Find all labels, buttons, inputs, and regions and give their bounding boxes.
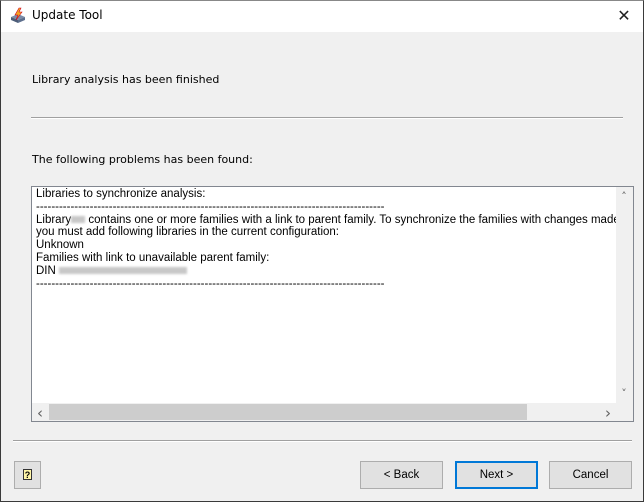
scroll-right-icon[interactable]: › — [600, 404, 616, 421]
report-content: Libraries to synchronize analysis: -----… — [36, 188, 618, 401]
redacted-library-name — [71, 216, 86, 224]
report-line: Libraries to synchronize analysis: — [36, 188, 206, 200]
horizontal-scrollbar[interactable]: ‹ › — [32, 403, 617, 421]
divider — [13, 440, 632, 442]
report-line: Families with link to unavailable parent… — [36, 251, 270, 264]
back-button[interactable]: < Back — [360, 461, 443, 489]
problems-label: The following problems has been found: — [32, 153, 253, 166]
scroll-left-icon[interactable]: ‹ — [32, 404, 48, 421]
report-textbox[interactable]: Libraries to synchronize analysis: -----… — [31, 186, 634, 422]
scroll-up-icon[interactable]: ˄ — [616, 190, 632, 203]
update-tool-app-icon — [11, 7, 25, 23]
report-divider: ----------------------------------------… — [36, 277, 385, 290]
report-line: you must add following libraries in the … — [36, 226, 339, 239]
report-divider: ----------------------------------------… — [36, 200, 385, 213]
window-title: Update Tool — [32, 8, 103, 22]
report-line: Unknown — [36, 239, 84, 252]
report-line: Library — [36, 213, 72, 226]
cancel-button[interactable]: Cancel — [549, 461, 632, 489]
update-tool-dialog: Update Tool ✕ Library analysis has been … — [0, 0, 644, 502]
redacted-family-name — [59, 267, 187, 275]
scroll-corner — [616, 403, 633, 421]
scroll-down-icon[interactable]: ˅ — [616, 387, 632, 400]
status-text: Library analysis has been finished — [32, 73, 220, 86]
report-line: contains one or more families with a lin… — [85, 213, 618, 226]
help-button[interactable]: ? — [14, 461, 41, 489]
report-line: DIN — [36, 264, 59, 277]
title-bar: Update Tool ✕ — [1, 1, 643, 32]
close-button[interactable]: ✕ — [605, 1, 643, 32]
divider — [31, 117, 623, 119]
vertical-scrollbar[interactable]: ˄ ˅ — [616, 187, 633, 403]
help-icon: ? — [23, 469, 32, 480]
next-button[interactable]: Next > — [455, 461, 538, 489]
horizontal-scroll-thumb[interactable] — [49, 404, 527, 420]
